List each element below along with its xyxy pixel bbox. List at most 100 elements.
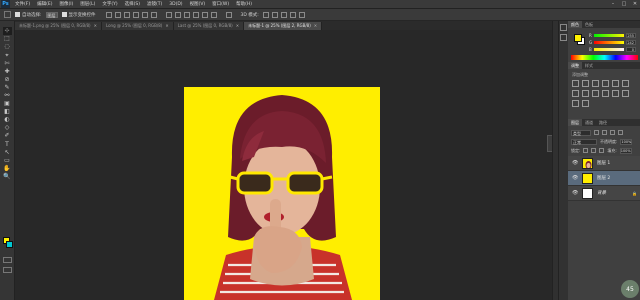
foreground-color-swatch[interactable] — [574, 34, 582, 42]
auto-align-icon[interactable] — [225, 11, 232, 18]
lock-pixels-icon[interactable] — [583, 148, 589, 153]
tab-styles[interactable]: 样式 — [582, 62, 596, 69]
layer-kind-filter[interactable]: 类型 — [571, 129, 591, 136]
menu-3d[interactable]: 3D(D) — [169, 2, 182, 7]
quick-mask-icon[interactable] — [3, 257, 12, 263]
visibility-eye-icon[interactable]: 👁 — [572, 160, 578, 166]
align-bottom-icon[interactable] — [123, 11, 130, 18]
menu-type[interactable]: 文字(Y) — [102, 1, 117, 7]
lasso-tool-icon[interactable]: ◌ — [3, 43, 12, 51]
pen-tool-icon[interactable]: ✐ — [3, 132, 12, 140]
zoom-tool-icon[interactable]: 🔍 — [3, 173, 12, 181]
history-brush-tool-icon[interactable]: ▣ — [3, 100, 12, 108]
healing-brush-tool-icon[interactable]: ⊘ — [3, 76, 12, 84]
3d-drag-icon[interactable] — [280, 11, 287, 18]
doc-tab-1[interactable]: 未标题-1.png @ 25% (图层 0, RGB/8) ✕ — [15, 22, 102, 30]
brush-tool-icon[interactable]: ✎ — [3, 84, 12, 92]
vibrance-icon[interactable] — [612, 80, 619, 87]
blur-tool-icon[interactable]: ◇ — [3, 124, 12, 132]
close-icon[interactable]: ✕ — [94, 22, 97, 30]
red-slider[interactable]: R 255 — [589, 32, 639, 38]
photo-filter-icon[interactable] — [592, 90, 599, 97]
distribute-top-icon[interactable] — [165, 11, 172, 18]
menu-file[interactable]: 文件(F) — [15, 1, 30, 7]
type-tool-icon[interactable]: T — [3, 140, 12, 148]
gradient-tool-icon[interactable]: ◐ — [3, 116, 12, 124]
tab-adjustments[interactable]: 调整 — [568, 62, 582, 69]
close-icon[interactable]: ✕ — [632, 1, 638, 7]
exposure-icon[interactable] — [602, 80, 609, 87]
curves-icon[interactable] — [592, 80, 599, 87]
tab-color[interactable]: 颜色 — [568, 21, 582, 28]
distribute-right-icon[interactable] — [210, 11, 217, 18]
visibility-eye-icon[interactable]: 👁 — [572, 175, 578, 181]
lock-position-icon[interactable] — [591, 148, 597, 153]
document-canvas[interactable] — [184, 87, 380, 300]
posterize-icon[interactable] — [622, 90, 629, 97]
marquee-tool-icon[interactable]: ⬚ — [3, 35, 12, 43]
tab-channels[interactable]: 通道 — [582, 119, 596, 126]
menu-view[interactable]: 视图(V) — [190, 1, 206, 7]
canvas-workspace[interactable] — [15, 30, 557, 300]
screen-mode-icon[interactable] — [3, 267, 12, 273]
maximize-icon[interactable]: □ — [621, 1, 627, 7]
move-tool-preset-icon[interactable] — [4, 11, 11, 18]
filter-type-icon[interactable] — [610, 130, 615, 135]
shape-tool-icon[interactable]: ▭ — [3, 157, 12, 165]
tab-paths[interactable]: 路径 — [596, 119, 610, 126]
layer-row-background[interactable]: 👁 背景 🔒 — [568, 186, 640, 201]
gradient-map-icon[interactable] — [582, 100, 589, 107]
auto-select-checkbox[interactable] — [15, 12, 20, 17]
lock-all-icon[interactable] — [599, 148, 605, 153]
doc-tab-4-active[interactable]: 未标题-1 @ 25% (图层 2, RGB/8) ✕ — [244, 22, 323, 30]
color-balance-icon[interactable] — [572, 90, 579, 97]
eyedropper-tool-icon[interactable]: ✚ — [3, 67, 12, 75]
blend-mode-dropdown[interactable]: 正常 — [571, 138, 597, 145]
blue-slider[interactable]: B 0 — [589, 46, 639, 52]
distribute-bottom-icon[interactable] — [183, 11, 190, 18]
filter-shape-icon[interactable] — [618, 130, 623, 135]
brightness-icon[interactable] — [572, 80, 579, 87]
menu-select[interactable]: 选择(S) — [125, 1, 140, 7]
close-icon[interactable]: ✕ — [165, 22, 168, 30]
3d-scale-icon[interactable] — [298, 11, 305, 18]
doc-tab-2[interactable]: Long @ 25% (图层 0, RGB/8) ✕ — [101, 22, 174, 30]
black-white-icon[interactable] — [582, 90, 589, 97]
fill-input[interactable]: 100% — [619, 147, 632, 154]
3d-slide-icon[interactable] — [289, 11, 296, 18]
3d-roll-icon[interactable] — [271, 11, 278, 18]
3d-rotate-icon[interactable] — [262, 11, 269, 18]
move-tool-icon[interactable]: ⊹ — [2, 27, 12, 35]
layer-row-1[interactable]: 👁 图层 1 — [568, 156, 640, 171]
show-transform-checkbox[interactable] — [61, 12, 67, 17]
channel-mixer-icon[interactable] — [602, 90, 609, 97]
align-top-icon[interactable] — [105, 11, 112, 18]
eraser-tool-icon[interactable]: ◧ — [3, 108, 12, 116]
path-select-tool-icon[interactable]: ↖ — [3, 148, 12, 156]
doc-tab-3[interactable]: Last @ 25% (图层 0, RGB/8) ✕ — [173, 22, 245, 30]
filter-pixel-icon[interactable] — [594, 130, 599, 135]
layer-row-2[interactable]: 👁 图层 2 — [568, 171, 640, 186]
align-hcenter-icon[interactable] — [141, 11, 148, 18]
menu-filter[interactable]: 滤镜(T) — [147, 1, 162, 7]
distribute-left-icon[interactable] — [192, 11, 199, 18]
properties-panel-icon[interactable] — [560, 34, 567, 41]
align-vcenter-icon[interactable] — [114, 11, 121, 18]
menu-image[interactable]: 图像(I) — [59, 1, 73, 7]
hue-saturation-icon[interactable] — [622, 80, 629, 87]
color-spectrum-bar[interactable] — [571, 55, 638, 60]
opacity-input[interactable]: 100% — [620, 138, 633, 145]
align-left-icon[interactable] — [132, 11, 139, 18]
close-icon[interactable]: ✕ — [236, 22, 239, 30]
align-right-icon[interactable] — [150, 11, 157, 18]
menu-layer[interactable]: 图层(L) — [80, 1, 95, 7]
crop-tool-icon[interactable]: ✄ — [3, 59, 12, 67]
green-slider[interactable]: G 242 — [589, 39, 639, 45]
menu-edit[interactable]: 编辑(E) — [37, 1, 52, 7]
tab-swatches[interactable]: 色板 — [582, 21, 596, 28]
invert-icon[interactable] — [612, 90, 619, 97]
tab-layers[interactable]: 图层 — [568, 119, 582, 126]
distribute-hcenter-icon[interactable] — [201, 11, 208, 18]
menu-window[interactable]: 窗口(W) — [212, 1, 229, 7]
close-icon[interactable]: ✕ — [314, 22, 317, 30]
